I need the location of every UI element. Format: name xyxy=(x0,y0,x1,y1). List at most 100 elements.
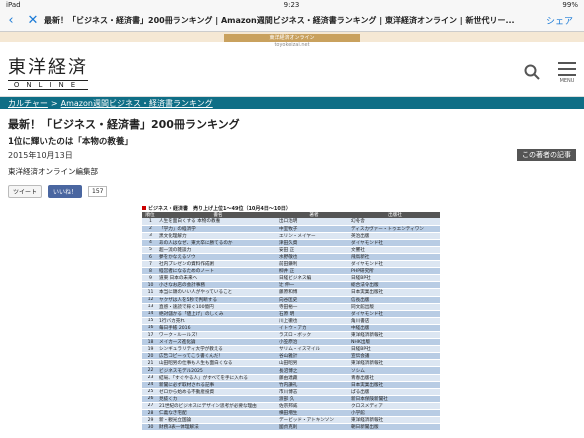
banner-bar: 東洋経済オンライン xyxy=(224,34,360,42)
table-cell: 財務3表一体理解法 xyxy=(158,423,278,432)
table-cell: 小笠原治 xyxy=(278,338,350,347)
table-cell: デービッド・アトキンソン xyxy=(278,416,350,425)
status-bar: iPad 9:23 99% xyxy=(0,0,584,10)
ranking-table-image: ビジネス・経済書 売り上げ上位1〜49位（10月4日〜10日） 順位 書名 著者 出版… xyxy=(142,204,440,432)
table-cell: 15 xyxy=(142,317,158,325)
battery: 99% xyxy=(562,1,578,9)
table-cell: 12 xyxy=(142,296,158,304)
table-cell: 新日本保険新聞社 xyxy=(350,395,440,403)
table-row: 23 結局、「すぐやる人」がすべてを手に入れる 藤由達藏 青春出版社 xyxy=(142,374,440,382)
table-row: 19 シンギュラリティ大学が教える サリム・イスマイル 日経BP社 xyxy=(142,345,440,354)
table-row: 9 道東 日本の未来へ 日経ビジネス編 日経BP社 xyxy=(142,274,440,283)
table-row: 6 夢をかなえるゾウ 水野敬也 飛鳥新社 xyxy=(142,253,440,262)
table-cell: 23 xyxy=(142,374,158,382)
table-row: 1 人生を面白くする 本物の教養 出口治明 幻冬舎 xyxy=(142,218,440,226)
menu-button[interactable]: MENU xyxy=(558,60,576,84)
table-cell: 新聞に必ず取材される記事 xyxy=(158,381,278,389)
table-cell: 21世紀のビジネスにデザイン思考が必要な理由 xyxy=(158,402,278,411)
back-icon[interactable]: ‹ xyxy=(0,10,22,32)
site-logo[interactable]: 東洋経済 ONLINE xyxy=(8,53,88,90)
table-cell: 同文館出版 xyxy=(350,303,440,311)
article: 最新！「ビジネス・経済書」200冊ランキング 1位に輝いたのは「本物の教養」 2… xyxy=(0,109,584,202)
table-cell: 29 xyxy=(142,416,158,425)
ad-banner[interactable]: 東洋経済オンライン toyokeizai.net xyxy=(0,32,584,48)
table-cell: 28 xyxy=(142,409,158,418)
table-cell: 飛鳥新社 xyxy=(350,253,440,262)
table-cell: 長沼博之 xyxy=(278,366,350,375)
like-button[interactable]: いいね！ xyxy=(48,185,83,198)
table-row: 21 山田昭男の仕事も人生も面白くなる 山田昭男 東洋経済新報社 xyxy=(142,359,440,368)
table-row: 5 超一流の雑談力 安田 正文響社 xyxy=(142,246,440,254)
table-cell: 中室牧子 xyxy=(278,225,350,233)
device-name: iPad xyxy=(6,1,21,9)
table-cell: クロスメディア xyxy=(350,402,440,411)
table-row: 16 毎日手帳 2016 イトウ・アカ 中経出版 xyxy=(142,324,440,333)
table-cell: ゼロから始める不動産投資 xyxy=(158,388,278,396)
table-cell: 東洋経済新報社 xyxy=(350,331,440,340)
table-cell: 2 xyxy=(142,225,158,233)
table-cell: 毎日手帳 2016 xyxy=(158,324,278,333)
banner-url: toyokeizai.net xyxy=(274,42,310,48)
table-cell: 7 xyxy=(142,260,158,269)
table-cell: 中経出版 xyxy=(350,324,440,333)
breadcrumb-culture[interactable]: カルチャー xyxy=(8,98,48,109)
table-cell: 26 xyxy=(142,395,158,403)
table-cell: 日経BP社 xyxy=(350,345,440,354)
table-cell: 佐宗邦威 xyxy=(278,402,350,411)
table-cell: 10 xyxy=(142,281,158,290)
table-cell: 道東 日本の未来へ xyxy=(158,274,278,283)
breadcrumb-ranking[interactable]: Amazon週間ビジネス・経済書ランキング xyxy=(61,98,213,109)
table-cell: 辻 伸一 xyxy=(278,281,350,290)
breadcrumb: カルチャー > Amazon週間ビジネス・経済書ランキング xyxy=(0,97,584,109)
table-cell: 英治出版 xyxy=(350,232,440,240)
ranking-table: 順位 書名 著者 出版社 1 人生を面白くする 本物の教養 出口治明 幻冬舎 2 「学力」の経済… xyxy=(142,212,440,432)
close-icon[interactable]: ✕ xyxy=(22,10,44,32)
table-cell: 谷山雅計 xyxy=(278,352,350,361)
table-cell: 朝日新聞出版 xyxy=(350,423,440,432)
table-cell: 17 xyxy=(142,331,158,340)
table-cell: 経営者になるためのノート xyxy=(158,267,278,276)
site-header: 東洋経済 ONLINE MENU xyxy=(0,47,584,97)
table-row: 22 ビジネスモデル2025 長沼博之 ソシム xyxy=(142,366,440,375)
table-cell: 直感・速読で稼ぐ100億円 xyxy=(158,303,278,311)
table-cell: 22 xyxy=(142,366,158,375)
table-cell: 仁義なき宅配 xyxy=(158,409,278,418)
table-cell: ダイヤモンド社 xyxy=(350,260,440,269)
table-cell: 市川博志 xyxy=(278,388,350,396)
table-cell: 石原 明 xyxy=(278,310,350,318)
table-cell: 出口治明 xyxy=(278,218,350,226)
table-cell: 宣伝会議 xyxy=(350,352,440,361)
table-cell: 16 xyxy=(142,324,158,333)
author-articles-button[interactable]: この著者の記事 xyxy=(517,149,576,161)
table-cell: シンギュラリティ大学が教える xyxy=(158,345,278,354)
table-cell: サリム・イスマイル xyxy=(278,345,350,354)
table-cell: ラズロ・ボック xyxy=(278,331,350,340)
table-cell: 夢をかなえるゾウ xyxy=(158,253,278,262)
table-row: 25 ゼロから始める不動産投資 市川博志 ぱる出版 xyxy=(142,388,440,396)
table-row: 14 絶対儲かる「値上げ」のしくみ 石原 明ダイヤモンド社 xyxy=(142,310,440,318)
table-cell: 日経BP社 xyxy=(350,274,440,283)
table-row: 28 仁義なき宅配 横田増生 小学館 xyxy=(142,409,440,418)
table-cell: 青春出版社 xyxy=(350,374,440,382)
article-subtitle: 1位に輝いたのは「本物の教養」 xyxy=(8,137,133,147)
table-row: 26 見抜くカ 渡部 久新日本保険新聞社 xyxy=(142,395,440,403)
search-icon[interactable] xyxy=(524,64,540,80)
table-cell: 9 xyxy=(142,274,158,283)
table-cell: 藤原和博 xyxy=(278,288,350,297)
table-cell: ビジネスモデル2025 xyxy=(158,366,278,375)
table-cell: 1行バカ売れ xyxy=(158,317,278,325)
table-cell: 文響社 xyxy=(350,246,440,254)
tweet-button[interactable]: ツイート xyxy=(8,185,43,198)
table-cell: 5 xyxy=(142,246,158,254)
table-row: 13 直感・速読で稼ぐ100億円 寺田裕一 同文館出版 xyxy=(142,303,440,311)
table-cell: ソシム xyxy=(350,366,440,375)
table-cell: 6 xyxy=(142,253,158,262)
table-cell: 絶対儲かる「値上げ」のしくみ xyxy=(158,310,278,318)
browser-navbar: ‹ ✕ 最新！「ビジネス・経済書」200冊ランキング | Amazon週間ビジネ… xyxy=(0,10,584,32)
table-cell: 13 xyxy=(142,303,158,311)
share-button[interactable]: シェア xyxy=(546,14,584,27)
table-cell: 人生を面白くする 本物の教養 xyxy=(158,218,278,226)
table-cell: 超一流の雑談力 xyxy=(158,246,278,254)
table-cell: NHK出版 xyxy=(350,338,440,347)
table-cell: 「学力」の経済学 xyxy=(158,225,278,233)
